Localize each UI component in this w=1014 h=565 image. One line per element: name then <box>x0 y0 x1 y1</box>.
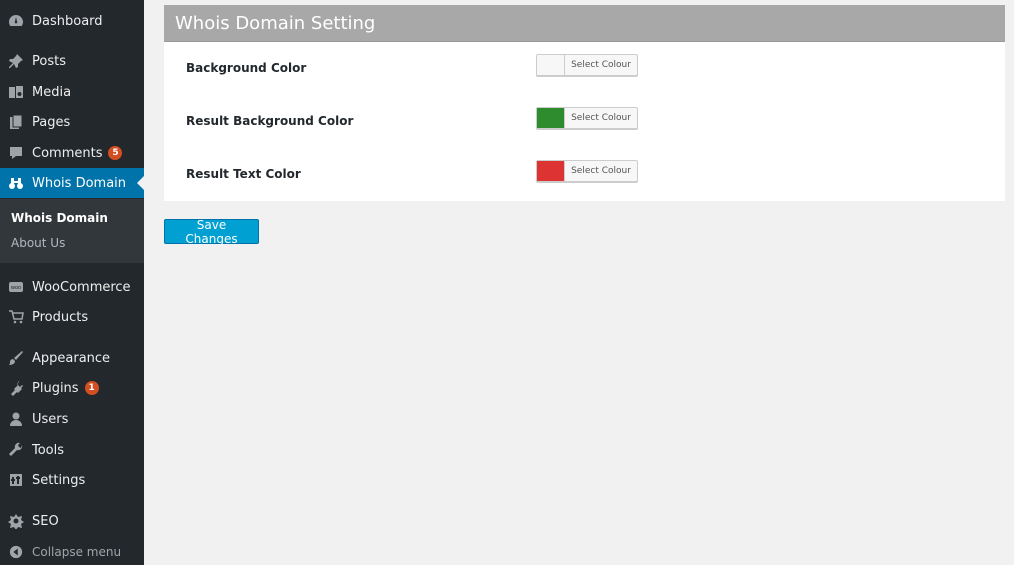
plugins-count-badge: 1 <box>84 381 99 395</box>
menu-item-media[interactable]: Media <box>0 77 144 107</box>
menu-item-products[interactable]: Products <box>0 302 144 332</box>
select-colour-label: Select Colour <box>571 60 631 70</box>
submenu-item-whois-domain[interactable]: Whois Domain <box>11 211 108 225</box>
collapse-arrow-icon <box>0 545 32 559</box>
seo-icon <box>0 511 32 531</box>
user-icon <box>0 409 32 429</box>
comments-count-badge: 5 <box>108 146 123 160</box>
settings-icon <box>0 470 32 490</box>
result-background-color-picker-button[interactable]: Select Colour <box>536 107 638 129</box>
menu-label: Plugins <box>32 380 79 396</box>
dashboard-icon <box>0 11 32 31</box>
menu-item-seo[interactable]: SEO <box>0 506 144 536</box>
menu-item-woocommerce[interactable]: woo WooCommerce <box>0 272 144 302</box>
menu-label: Appearance <box>32 350 111 366</box>
select-colour-label: Select Colour <box>571 166 631 176</box>
comment-icon <box>0 143 32 163</box>
menu-label: WooCommerce <box>32 279 131 295</box>
menu-label: Comments <box>32 145 103 161</box>
menu-item-pages[interactable]: Pages <box>0 107 144 137</box>
svg-text:woo: woo <box>11 285 21 291</box>
color-swatch <box>537 55 565 75</box>
brush-icon <box>0 348 32 368</box>
menu-item-tools[interactable]: Tools <box>0 435 144 465</box>
color-swatch <box>537 161 565 181</box>
admin-sidebar: Dashboard Posts Media Pages Comments 5 W… <box>0 0 144 565</box>
result-background-color-label: Result Background Color <box>186 114 354 128</box>
cart-icon <box>0 307 32 327</box>
menu-label: Posts <box>32 53 66 69</box>
menu-label: Media <box>32 84 72 100</box>
menu-label: Dashboard <box>32 13 103 29</box>
menu-label: SEO <box>32 513 59 529</box>
menu-label: Users <box>32 411 69 427</box>
menu-label: Settings <box>32 472 86 488</box>
whois-domain-settings-panel: Whois Domain Setting Background Color Se… <box>164 5 1005 201</box>
background-color-picker-button[interactable]: Select Colour <box>536 54 638 76</box>
media-icon <box>0 82 32 102</box>
panel-title: Whois Domain Setting <box>164 5 1005 42</box>
collapse-menu-button[interactable]: Collapse menu <box>0 540 144 564</box>
pin-icon <box>0 51 32 71</box>
result-text-color-label: Result Text Color <box>186 167 301 181</box>
menu-item-appearance[interactable]: Appearance <box>0 343 144 373</box>
select-colour-label: Select Colour <box>571 113 631 123</box>
menu-label: Pages <box>32 114 71 130</box>
woo-icon: woo <box>0 277 32 297</box>
submenu-item-about-us[interactable]: About Us <box>11 236 65 250</box>
menu-item-comments[interactable]: Comments 5 <box>0 138 144 168</box>
menu-label: Whois Domain <box>32 175 127 191</box>
menu-item-whois-domain[interactable]: Whois Domain <box>0 168 144 198</box>
menu-label: Tools <box>32 442 65 458</box>
color-swatch <box>537 108 565 128</box>
menu-label: Products <box>32 309 89 325</box>
menu-item-settings[interactable]: Settings <box>0 465 144 495</box>
menu-item-dashboard[interactable]: Dashboard <box>0 6 144 36</box>
plugin-icon <box>0 378 32 398</box>
whois-domain-submenu: Whois Domain About Us <box>0 199 144 263</box>
collapse-menu-label: Collapse menu <box>32 545 122 559</box>
menu-item-plugins[interactable]: Plugins 1 <box>0 373 144 403</box>
save-changes-button[interactable]: Save Changes <box>164 218 259 246</box>
pages-icon <box>0 112 32 132</box>
binoculars-icon <box>0 173 32 193</box>
wrench-icon <box>0 440 32 460</box>
menu-item-posts[interactable]: Posts <box>0 46 144 76</box>
menu-item-users[interactable]: Users <box>0 404 144 434</box>
result-text-color-picker-button[interactable]: Select Colour <box>536 160 638 182</box>
background-color-label: Background Color <box>186 61 307 75</box>
